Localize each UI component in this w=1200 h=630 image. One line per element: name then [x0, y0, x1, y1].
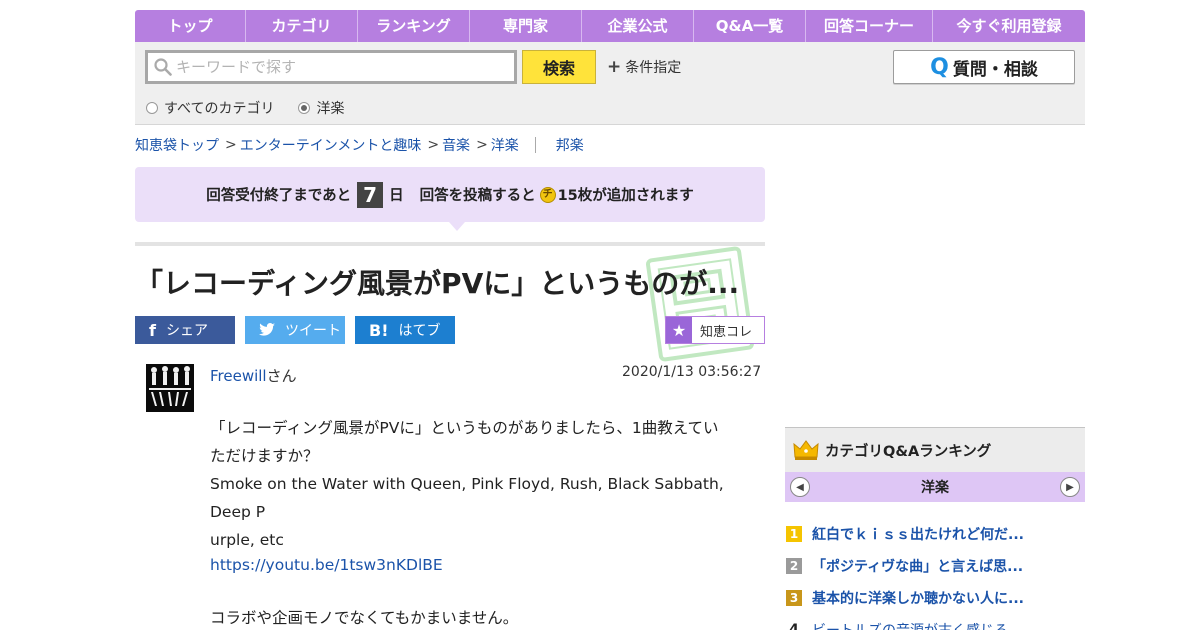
- ranking-link[interactable]: 紅白でｋｉｓｓ出たけれど何だ...: [812, 524, 1024, 544]
- nav-category[interactable]: カテゴリ: [246, 10, 358, 42]
- question-author: Freewillさん: [210, 365, 297, 386]
- ranking-header: カテゴリQ&Aランキング: [785, 427, 1085, 472]
- search-band: 検索 + 条件指定 Q 質問・相談 すべてのカテゴリ 洋楽: [135, 42, 1085, 125]
- category-ranking: カテゴリQ&Aランキング ◀ 洋楽 ▶ 1 紅白でｋｉｓｓ出たけれど何だ... …: [785, 427, 1085, 630]
- list-item: 4 ビートルズの音源が古く感じる...: [785, 614, 1085, 630]
- question-title: 「レコーディング風景がPVに」というものが...: [135, 267, 740, 300]
- breadcrumb-sep: >: [476, 137, 488, 153]
- nav-experts[interactable]: 専門家: [470, 10, 582, 42]
- ranking-title: カテゴリQ&Aランキング: [825, 443, 992, 460]
- nav-qa-list[interactable]: Q&A一覧: [694, 10, 806, 42]
- ranking-link[interactable]: 基本的に洋楽しか聴かない人に...: [812, 588, 1024, 608]
- chevron-right-icon: ▶: [1066, 481, 1074, 493]
- breadcrumb-western-music[interactable]: 洋楽: [491, 135, 519, 155]
- ask-question-button[interactable]: Q 質問・相談: [893, 50, 1075, 84]
- search-icon: [154, 58, 172, 76]
- deadline-suffix: 15枚が追加されます: [557, 188, 694, 204]
- breadcrumb: 知恵袋トップ > エンターテインメントと趣味 > 音楽 > 洋楽 邦楽: [135, 135, 584, 155]
- breadcrumb-top[interactable]: 知恵袋トップ: [135, 135, 219, 155]
- post-timestamp: 2020/1/13 03:56:27: [622, 364, 762, 380]
- author-suffix: さん: [266, 367, 297, 385]
- chie-coin-icon: チ: [539, 186, 556, 203]
- ranking-category-switcher: ◀ 洋楽 ▶: [785, 472, 1085, 502]
- share-hatena-label: はてブ: [398, 323, 441, 339]
- radio-dot: [146, 102, 158, 114]
- ranking-link[interactable]: 「ポジティヴな曲」と言えば思...: [812, 556, 1023, 576]
- question-q-icon: Q: [930, 54, 949, 80]
- condition-label: 条件指定: [625, 60, 682, 76]
- banner-pointer: [449, 222, 465, 231]
- body-line: コラボや企画モノでなくてもかまいません。: [210, 609, 519, 627]
- body-line: ただけますか？: [210, 447, 319, 465]
- rank-badge: 4: [789, 622, 799, 630]
- body-line: urple, etc: [210, 531, 284, 549]
- ranking-category: 洋楽: [921, 480, 949, 496]
- breadcrumb-sep: >: [427, 137, 440, 153]
- deadline-days: 7: [357, 181, 384, 208]
- share-twitter-button[interactable]: ツイート: [245, 316, 345, 344]
- list-item: 1 紅白でｋｉｓｓ出たけれど何だ...: [785, 518, 1085, 550]
- search-input[interactable]: [176, 58, 506, 76]
- radio-all-categories[interactable]: すべてのカテゴリ: [146, 98, 274, 118]
- chiekore-button[interactable]: ★ 知恵コレ: [665, 316, 765, 344]
- ranking-link[interactable]: ビートルズの音源が古く感じる...: [812, 620, 1021, 630]
- chiekore-label: 知恵コレ: [700, 324, 753, 340]
- share-twitter-label: ツイート: [285, 323, 341, 339]
- user-avatar-icon: [146, 364, 194, 412]
- facebook-icon: f: [149, 320, 156, 340]
- title-divider: [135, 242, 765, 246]
- next-category-button[interactable]: ▶: [1060, 477, 1080, 497]
- deadline-middle: 回答を投稿すると: [419, 188, 536, 204]
- nav-ranking[interactable]: ランキング: [358, 10, 470, 42]
- related-category-jpop[interactable]: 邦楽: [556, 135, 584, 155]
- list-item: 2 「ポジティヴな曲」と言えば思...: [785, 550, 1085, 582]
- avatar[interactable]: [146, 364, 194, 412]
- ranking-list: 1 紅白でｋｉｓｓ出たけれど何だ... 2 「ポジティヴな曲」と言えば思... …: [785, 518, 1085, 630]
- search-scope: すべてのカテゴリ 洋楽: [146, 98, 344, 118]
- star-icon: ★: [666, 317, 692, 343]
- share-facebook-label: シェア: [165, 323, 208, 339]
- hatena-bookmark-icon: B!: [369, 320, 389, 340]
- twitter-bird-icon: [259, 323, 275, 336]
- radio-current-label: 洋楽: [316, 101, 345, 117]
- search-box: [145, 50, 517, 84]
- nav-top[interactable]: トップ: [135, 10, 246, 42]
- chevron-left-icon: ◀: [796, 481, 804, 493]
- radio-current-category[interactable]: 洋楽: [298, 98, 344, 118]
- ask-question-label: 質問・相談: [952, 59, 1038, 80]
- breadcrumb-entertainment[interactable]: エンターテインメントと趣味: [240, 135, 422, 155]
- question-body: 「レコーディング風景がPVに」というものがありましたら、1曲教えてい ただけます…: [210, 414, 750, 630]
- body-line: 「レコーディング風景がPVに」というものがありましたら、1曲教えてい: [210, 419, 719, 437]
- breadcrumb-music[interactable]: 音楽: [442, 135, 470, 155]
- nav-register[interactable]: 今すぐ利用登録: [933, 10, 1085, 42]
- global-nav: トップ カテゴリ ランキング 専門家 企業公式 Q&A一覧 回答コーナー 今すぐ…: [135, 10, 1085, 42]
- rank-badge: 1: [786, 526, 802, 542]
- rank-badge: 2: [786, 558, 802, 574]
- plus-icon: +: [607, 57, 622, 77]
- share-hatena-button[interactable]: B! はてブ: [355, 316, 455, 344]
- condition-toggle[interactable]: + 条件指定: [607, 57, 681, 77]
- breadcrumb-divider: [534, 137, 536, 153]
- answer-deadline-banner: 回答受付終了まであと 7 日 回答を投稿すると チ 15枚が追加されます: [135, 167, 765, 222]
- search-button[interactable]: 検索: [522, 50, 596, 84]
- crown-icon: [793, 440, 819, 460]
- radio-dot-selected: [298, 102, 311, 114]
- radio-all-label: すべてのカテゴリ: [164, 101, 275, 117]
- list-item: 3 基本的に洋楽しか聴かない人に...: [785, 582, 1085, 614]
- breadcrumb-sep: >: [225, 137, 237, 153]
- author-name[interactable]: Freewill: [210, 367, 267, 385]
- body-line: Smoke on the Water with Queen, Pink Floy…: [210, 475, 724, 521]
- share-facebook-button[interactable]: f シェア: [135, 316, 235, 344]
- deadline-unit: 日: [389, 188, 404, 204]
- youtube-link[interactable]: https://youtu.be/1tsw3nKDlBE: [210, 554, 750, 576]
- nav-answer-corner[interactable]: 回答コーナー: [806, 10, 933, 42]
- deadline-prefix: 回答受付終了まであと: [206, 188, 352, 204]
- rank-badge: 3: [786, 590, 802, 606]
- prev-category-button[interactable]: ◀: [790, 477, 810, 497]
- nav-official[interactable]: 企業公式: [582, 10, 694, 42]
